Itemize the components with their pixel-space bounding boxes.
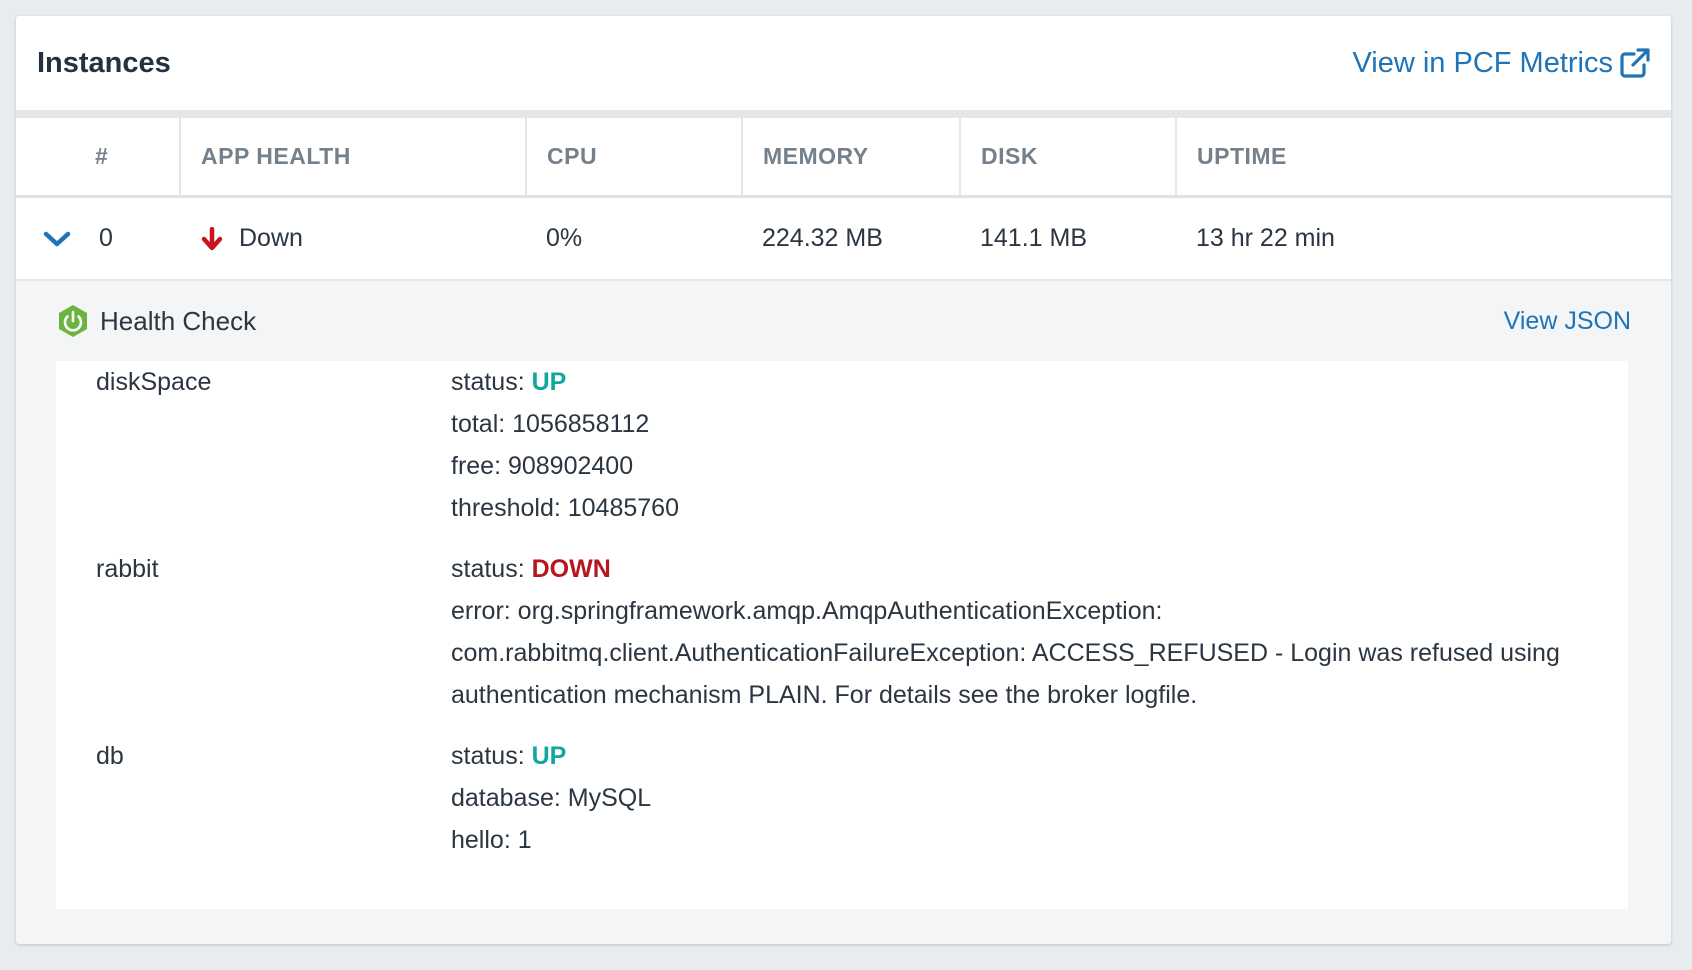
status-line: status: DOWN bbox=[451, 548, 1568, 590]
error-message: error: org.springframework.amqp.AmqpAuth… bbox=[451, 597, 1560, 709]
health-check-details: diskSpace status: UP total: 1056858112 f… bbox=[56, 361, 1628, 909]
health-entry-details: status: UP database: MySQL hello: 1 bbox=[451, 735, 1628, 861]
panel-header: Instances View in PCF Metrics bbox=[16, 16, 1671, 118]
uptime-cell: 13 hr 22 min bbox=[1196, 224, 1335, 252]
column-header-memory[interactable]: MEMORY bbox=[743, 118, 961, 195]
detail-line: total: 1056858112 bbox=[451, 410, 650, 438]
instance-index: 0 bbox=[99, 224, 113, 252]
status-badge: UP bbox=[531, 368, 567, 396]
app-health-cell: Down bbox=[181, 224, 527, 253]
arrow-down-icon bbox=[201, 226, 223, 250]
column-header-index[interactable]: # bbox=[16, 118, 181, 195]
health-entry-diskspace: diskSpace status: UP total: 1056858112 f… bbox=[56, 361, 1628, 529]
detail-line: threshold: 10485760 bbox=[451, 494, 679, 522]
index-cell: 0 bbox=[16, 224, 181, 253]
detail-line: database: MySQL bbox=[451, 784, 652, 812]
health-entry-name: diskSpace bbox=[96, 368, 212, 396]
column-header-cpu[interactable]: CPU bbox=[527, 118, 743, 195]
table-header: # APP HEALTH CPU MEMORY DISK UPTIME bbox=[16, 118, 1671, 198]
health-check-label: Health Check bbox=[100, 305, 257, 336]
status-label: status: bbox=[451, 368, 532, 396]
external-link-icon bbox=[1620, 48, 1650, 78]
status-label: status: bbox=[451, 742, 532, 770]
detail-line: hello: 1 bbox=[451, 826, 532, 854]
health-entry-db: db status: UP database: MySQL hello: 1 bbox=[56, 735, 1628, 861]
health-entry-name: rabbit bbox=[96, 555, 159, 583]
status-label: status: bbox=[451, 555, 532, 583]
expand-toggle[interactable] bbox=[42, 227, 72, 251]
spring-power-icon bbox=[59, 305, 87, 337]
health-check-header: Health Check View JSON bbox=[56, 281, 1631, 361]
status-line: status: UP bbox=[451, 735, 1568, 777]
column-header-app-health[interactable]: APP HEALTH bbox=[181, 118, 527, 195]
instances-panel: Instances View in PCF Metrics # APP HEAL… bbox=[16, 16, 1671, 944]
chevron-down-icon bbox=[43, 231, 71, 246]
status-badge: UP bbox=[531, 742, 567, 770]
health-check-title: Health Check bbox=[56, 304, 256, 338]
health-entry-rabbit: rabbit status: DOWN error: org.springfra… bbox=[56, 548, 1628, 716]
detail-line: free: 908902400 bbox=[451, 452, 634, 480]
column-header-disk[interactable]: DISK bbox=[961, 118, 1177, 195]
status-badge: DOWN bbox=[531, 555, 611, 583]
health-entry-details: status: DOWN error: org.springframework.… bbox=[451, 548, 1628, 716]
panel-title: Instances bbox=[37, 46, 171, 79]
table-row[interactable]: 0 Down 0% 224.32 MB 141.1 MB 13 hr 22 mi… bbox=[16, 198, 1671, 281]
disk-cell: 141.1 MB bbox=[980, 224, 1088, 252]
memory-cell: 224.32 MB bbox=[762, 224, 883, 252]
metrics-link-label: View in PCF Metrics bbox=[1352, 46, 1613, 79]
health-check-section: Health Check View JSON diskSpace status:… bbox=[16, 281, 1671, 909]
health-entry-name: db bbox=[96, 742, 124, 770]
cpu-cell: 0% bbox=[546, 224, 583, 252]
status-line: status: UP bbox=[451, 361, 1568, 403]
app-health-value: Down bbox=[239, 224, 303, 252]
view-in-pcf-metrics-link[interactable]: View in PCF Metrics bbox=[1352, 47, 1651, 80]
health-entry-details: status: UP total: 1056858112 free: 90890… bbox=[451, 361, 1628, 529]
instances-table: # APP HEALTH CPU MEMORY DISK UPTIME 0 Do… bbox=[16, 118, 1671, 281]
column-header-uptime[interactable]: UPTIME bbox=[1177, 118, 1671, 195]
view-json-link[interactable]: View JSON bbox=[1504, 307, 1631, 336]
